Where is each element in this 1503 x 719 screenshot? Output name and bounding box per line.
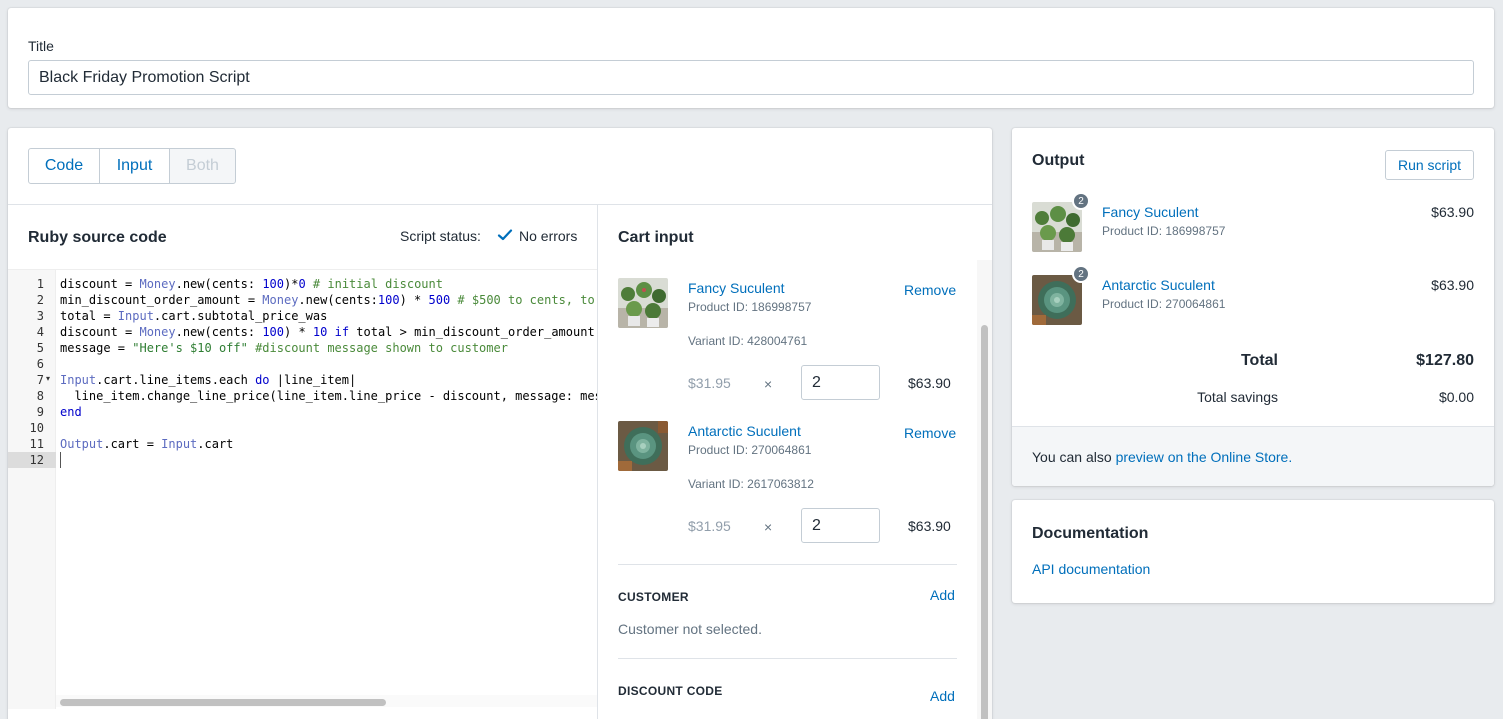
- cart-input-heading: Cart input: [618, 229, 694, 246]
- quantity-input[interactable]: [801, 508, 880, 543]
- line-number: 1: [36, 277, 44, 291]
- line-number: 9: [36, 405, 44, 419]
- code-line: Input.cart.line_items.each do |line_item…: [60, 373, 357, 387]
- quantity-input[interactable]: [801, 365, 880, 400]
- fold-arrow-icon[interactable]: ▾: [46, 374, 50, 383]
- line-number-active: 12: [8, 452, 56, 468]
- preview-prefix: You can also: [1032, 449, 1116, 465]
- api-documentation-link[interactable]: API documentation: [1032, 561, 1150, 577]
- code-line: min_discount_order_amount = Money.new(ce…: [60, 293, 595, 307]
- preview-strip: You can also preview on the Online Store…: [1012, 426, 1494, 486]
- product-thumbnail: [618, 421, 668, 471]
- cart-item-name[interactable]: Fancy Suculent: [688, 280, 785, 296]
- quantity-badge: 2: [1072, 265, 1090, 283]
- total-value: $127.80: [1416, 352, 1474, 369]
- cart-item-variant-id: Variant ID: 2617063812: [688, 477, 814, 491]
- code-line: end: [60, 405, 82, 419]
- title-label: Title: [28, 38, 54, 54]
- run-script-button[interactable]: Run script: [1385, 150, 1474, 180]
- line-number: 5: [36, 341, 44, 355]
- divider: [618, 564, 957, 565]
- output-item-price: $63.90: [1431, 277, 1474, 293]
- total-savings-label: Total savings: [1197, 389, 1278, 405]
- output-item-product-id: Product ID: 186998757: [1102, 224, 1226, 238]
- cart-item-name[interactable]: Antarctic Suculent: [688, 423, 801, 439]
- add-customer-button[interactable]: Add: [930, 587, 955, 603]
- cart-item-line-total: $63.90: [908, 518, 951, 534]
- vertical-scrollbar-thumb[interactable]: [981, 325, 988, 719]
- output-item-name[interactable]: Fancy Suculent: [1102, 204, 1199, 220]
- output-item-product-id: Product ID: 270064861: [1102, 297, 1226, 311]
- view-toggle-both[interactable]: Both: [169, 148, 236, 184]
- output-item-name[interactable]: Antarctic Suculent: [1102, 277, 1215, 293]
- cart-item-unit-price: $31.95: [688, 518, 731, 534]
- code-line: Output.cart = Input.cart: [60, 437, 234, 451]
- title-input[interactable]: [28, 60, 1474, 95]
- cart-item-product-id: Product ID: 186998757: [688, 300, 812, 314]
- view-toggle-input[interactable]: Input: [99, 148, 170, 184]
- cart-input-pane: Cart input Fancy Suculent Remove Product…: [598, 205, 992, 719]
- line-number: 10: [29, 421, 44, 435]
- output-card: Output Run script 2 Fancy Suculent Produ…: [1012, 128, 1494, 486]
- line-number: 4: [36, 325, 44, 339]
- output-heading: Output: [1032, 152, 1085, 169]
- output-item-price: $63.90: [1431, 204, 1474, 220]
- line-number: 11: [29, 437, 44, 451]
- documentation-heading: Documentation: [1032, 525, 1149, 542]
- remove-item-button[interactable]: Remove: [904, 282, 956, 298]
- code-line: discount = Money.new(cents: 100)*0 # ini…: [60, 277, 443, 291]
- code-line: total = Input.cart.subtotal_price_was: [60, 309, 328, 323]
- title-card: Title: [8, 8, 1494, 108]
- line-number: 3: [36, 309, 44, 323]
- multiply-icon: ×: [764, 519, 773, 535]
- view-toggle-code[interactable]: Code: [28, 148, 100, 184]
- code-pane-heading: Ruby source code: [28, 229, 167, 246]
- cart-item-variant-id: Variant ID: 428004761: [688, 334, 808, 348]
- multiply-icon: ×: [764, 376, 773, 392]
- cart-item-unit-price: $31.95: [688, 375, 731, 391]
- code-line: line_item.change_line_price(line_item.li…: [60, 389, 597, 403]
- quantity-badge: 2: [1072, 192, 1090, 210]
- preview-online-store-link[interactable]: preview on the Online Store.: [1116, 449, 1293, 465]
- text-cursor: [60, 452, 61, 468]
- script-status-value: No errors: [519, 228, 578, 244]
- product-thumbnail: [1032, 275, 1082, 325]
- customer-note: Customer not selected.: [618, 621, 762, 637]
- horizontal-scrollbar-thumb[interactable]: [60, 699, 386, 706]
- code-line: message = "Here's $10 off" #discount mes…: [60, 341, 508, 355]
- product-thumbnail: [1032, 202, 1082, 252]
- total-savings-value: $0.00: [1438, 389, 1474, 405]
- cart-item-line-total: $63.90: [908, 375, 951, 391]
- checkmark-icon: [497, 229, 513, 241]
- cart-item-product-id: Product ID: 270064861: [688, 443, 812, 457]
- add-discount-code-button[interactable]: Add: [930, 688, 955, 704]
- documentation-card: Documentation API documentation: [1012, 500, 1494, 603]
- script-status-label: Script status:: [400, 228, 481, 244]
- preview-text: You can also preview on the Online Store…: [1032, 449, 1292, 465]
- product-thumbnail: [618, 278, 668, 328]
- discount-code-section-title: DISCOUNT CODE: [618, 684, 723, 698]
- line-number: 2: [36, 293, 44, 307]
- customer-section-title: CUSTOMER: [618, 590, 689, 604]
- line-number: 8: [36, 389, 44, 403]
- line-number: 6: [36, 357, 44, 371]
- total-label: Total: [1240, 352, 1278, 369]
- line-number: 7: [36, 373, 44, 387]
- code-line: discount = Money.new(cents: 100) * 10 if…: [60, 325, 595, 339]
- divider: [618, 658, 957, 659]
- code-editor[interactable]: 1 2 3 4 5 6 7 ▾ 8 9 10 11 12 discount = …: [8, 269, 597, 709]
- editor-card: Code Input Both Ruby source code Script …: [8, 128, 992, 719]
- remove-item-button[interactable]: Remove: [904, 425, 956, 441]
